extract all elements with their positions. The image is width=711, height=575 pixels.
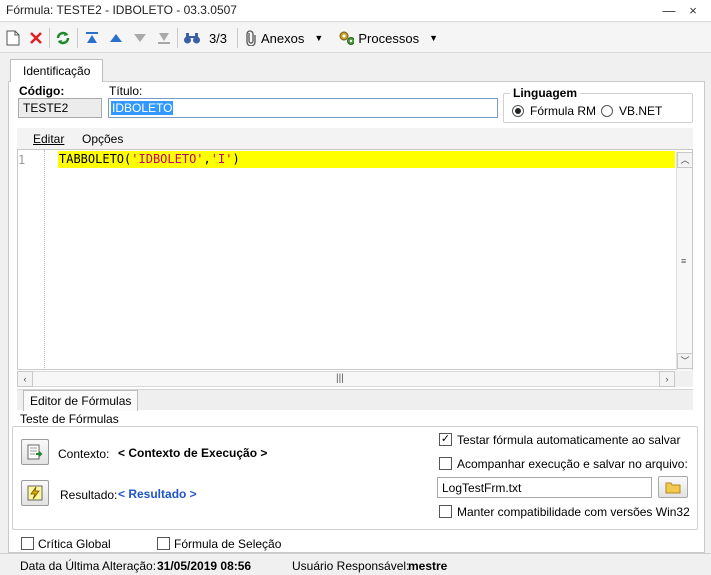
chevron-down-icon: ▼ — [314, 33, 324, 43]
resultado-value[interactable]: < Resultado > — [118, 487, 197, 501]
teste-formulas-title: Teste de Fórmulas — [20, 412, 119, 426]
record-counter: 3/3 — [208, 30, 228, 46]
delete-button[interactable] — [27, 27, 45, 49]
usuario-value: mestre — [408, 559, 448, 573]
log-file-input[interactable] — [437, 477, 652, 498]
critica-global-checkbox[interactable] — [21, 537, 34, 550]
refresh-button[interactable] — [54, 27, 72, 49]
radio-selected-dot — [515, 108, 521, 114]
tab-identificacao[interactable]: Identificação — [10, 59, 104, 82]
radio-vbnet-label: VB.NET — [619, 104, 663, 118]
resultado-button[interactable] — [21, 480, 49, 506]
data-alteracao-label: Data da Última Alteração: — [20, 559, 157, 573]
first-record-icon — [86, 32, 98, 43]
anexos-dropdown[interactable]: Anexos ▼ — [245, 27, 331, 49]
processos-dropdown[interactable]: Processos ▼ — [338, 27, 438, 49]
document-arrow-icon — [27, 444, 43, 460]
browse-folder-button[interactable] — [658, 476, 688, 498]
code-function: TABBOLETO — [59, 152, 125, 166]
code-line[interactable]: TABBOLETO('IDBOLETO','I') — [59, 152, 240, 166]
line-number-gutter: 1 — [18, 150, 44, 369]
previous-record-button[interactable] — [107, 27, 125, 49]
formula-selecao-label: Fórmula de Seleção — [174, 537, 282, 551]
radio-formula-rm-label: Fórmula RM — [530, 104, 597, 118]
window-title: Fórmula: TESTE2 - IDBOLETO - 03.3.0507 — [6, 3, 237, 17]
scroll-down-button[interactable]: ﹀ — [677, 353, 693, 369]
codigo-label: Código: — [19, 84, 65, 98]
delete-icon — [30, 32, 42, 44]
line-number: 1 — [18, 153, 26, 167]
code-comma: , — [203, 152, 211, 166]
code-string-arg: 'I' — [210, 152, 233, 166]
minimize-button[interactable]: — — [660, 2, 678, 20]
horizontal-scrollbar[interactable]: ‹ ||| › — [17, 371, 675, 387]
refresh-icon — [56, 31, 70, 45]
contexto-label: Contexto: — [58, 447, 110, 461]
find-button[interactable] — [182, 27, 202, 49]
radio-formula-rm[interactable] — [512, 105, 524, 117]
scroll-thumb-grip-icon: ≡ — [681, 256, 687, 266]
resultado-label: Resultado: — [60, 488, 118, 502]
chevron-down-icon: ▼ — [429, 33, 438, 43]
toolbar-separator — [177, 28, 178, 48]
new-document-icon — [6, 30, 20, 46]
scroll-up-button[interactable]: ︿ — [677, 152, 693, 168]
menu-editar[interactable]: Editar — [33, 132, 64, 146]
processos-label: Processos — [358, 30, 420, 46]
menu-opcoes[interactable]: Opções — [82, 132, 123, 146]
manter-compat-label: Manter compatibilidade com versões Win32 — [457, 505, 690, 519]
paperclip-icon — [246, 30, 256, 46]
toolbar-separator — [49, 28, 50, 48]
testar-auto-checkbox[interactable]: ✓ — [439, 433, 452, 446]
first-record-button[interactable] — [83, 27, 101, 49]
status-bar: Data da Última Alteração: 31/05/2019 08:… — [0, 553, 711, 575]
gears-icon — [339, 31, 355, 45]
scroll-left-button[interactable]: ‹ — [17, 371, 33, 387]
scroll-thumb-grip-icon: ||| — [336, 373, 344, 384]
code-string-arg: 'IDBOLETO' — [131, 152, 204, 166]
toolbar-separator — [77, 28, 78, 48]
title-bar: Fórmula: TESTE2 - IDBOLETO - 03.3.0507 —… — [0, 0, 711, 22]
contexto-value[interactable]: < Contexto de Execução > — [118, 446, 267, 460]
linguagem-title: Linguagem — [510, 86, 581, 100]
codigo-field[interactable] — [18, 98, 102, 118]
scroll-corner — [675, 371, 693, 387]
anexos-label: Anexos — [261, 30, 305, 46]
titulo-selected-text: IDBOLETO — [111, 101, 174, 115]
last-record-button[interactable] — [155, 27, 173, 49]
formula-selecao-checkbox[interactable] — [157, 537, 170, 550]
contexto-button[interactable] — [21, 439, 49, 465]
gutter-divider — [44, 150, 45, 372]
radio-vbnet[interactable] — [601, 105, 613, 117]
testar-auto-label: Testar fórmula automaticamente ao salvar — [457, 433, 681, 447]
next-record-icon — [134, 34, 146, 42]
critica-global-label: Crítica Global — [38, 537, 111, 551]
new-document-button[interactable] — [4, 27, 22, 49]
toolbar-separator — [237, 28, 238, 48]
acompanhar-checkbox[interactable] — [439, 457, 452, 470]
data-alteracao-value: 31/05/2019 08:56 — [157, 559, 252, 573]
next-record-button[interactable] — [131, 27, 149, 49]
usuario-label: Usuário Responsável: — [292, 559, 410, 573]
tab-editor-formulas[interactable]: Editor de Fórmulas — [23, 390, 139, 411]
lightning-run-icon — [27, 485, 43, 501]
manter-compat-checkbox[interactable] — [439, 505, 452, 518]
scroll-right-button[interactable]: › — [659, 371, 675, 387]
last-record-icon — [158, 33, 170, 44]
editor-menubar: Editar Opções — [17, 128, 693, 149]
titulo-label: Título: — [109, 84, 143, 98]
code-paren-close: ) — [232, 152, 240, 166]
toolbar: 3/3 Anexos ▼ Processos ▼ — [0, 23, 711, 53]
binoculars-icon — [184, 33, 200, 44]
vertical-scrollbar[interactable]: ︿ ≡ ﹀ — [676, 152, 693, 371]
code-editor[interactable]: 1 TABBOLETO('IDBOLETO','I') ︿ ≡ ﹀ — [17, 149, 693, 372]
close-button[interactable]: × — [684, 2, 702, 20]
folder-icon — [665, 482, 681, 493]
previous-record-icon — [110, 34, 122, 42]
acompanhar-label: Acompanhar execução e salvar no arquivo: — [457, 457, 688, 471]
